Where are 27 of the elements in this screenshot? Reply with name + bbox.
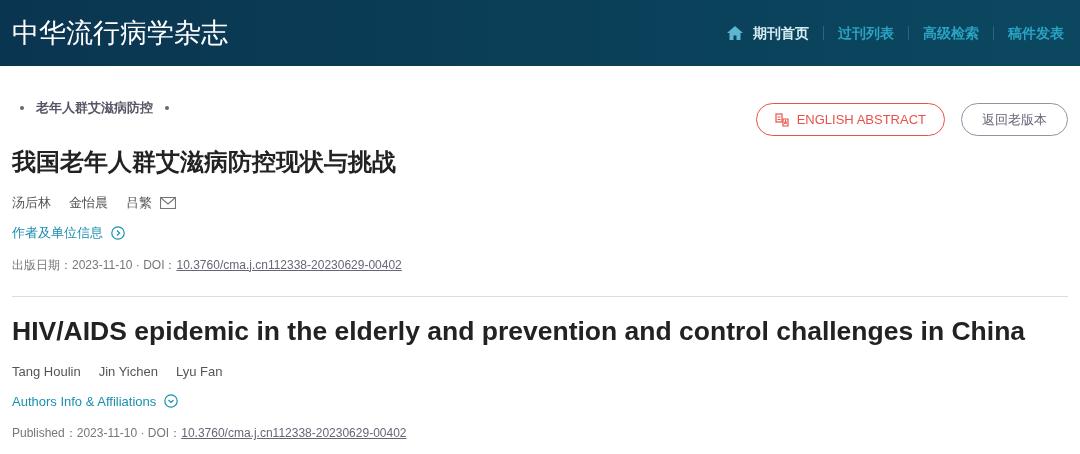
- author-name[interactable]: Lyu Fan: [175, 361, 223, 382]
- affiliations-link[interactable]: Authors Info & Affiliations: [12, 391, 179, 411]
- author-name[interactable]: 吕繁: [126, 193, 152, 213]
- article-title: 我国老年人群艾滋病防控现状与挑战: [12, 147, 397, 177]
- publish-date: Published：2023-11-10 · DOI：: [12, 425, 182, 442]
- doi-link[interactable]: 10.3760/cma.j.cn112338-20230629-00402: [181, 424, 407, 442]
- article-title: HIV/AIDS epidemic in the elderly and prevention and control challenges in China: [12, 314, 1027, 347]
- mail-icon[interactable]: [160, 197, 176, 209]
- bullet-icon: [165, 105, 169, 110]
- author-name[interactable]: 汤后林: [12, 193, 51, 213]
- affiliations-link[interactable]: 作者及单位信息: [12, 223, 125, 243]
- nav-link[interactable]: 高级检索: [923, 22, 979, 44]
- author-name[interactable]: Jin Yichen: [98, 361, 158, 382]
- chevron-right-icon: [111, 225, 125, 240]
- site-title: 中华流行病学杂志: [12, 16, 228, 50]
- nav-link[interactable]: 稿件发表: [1008, 22, 1064, 44]
- category-label: 老年人群艾滋病防控: [36, 99, 153, 117]
- translate-icon: [774, 112, 789, 127]
- publish-date: 出版日期：2023-11-10 · DOI：: [12, 256, 177, 274]
- author-name[interactable]: 金怡晨: [69, 193, 108, 213]
- bullet-icon: [20, 105, 24, 110]
- doi-link[interactable]: 10.3760/cma.j.cn112338-20230629-00402: [176, 255, 402, 274]
- nav-link[interactable]: 过刊列表: [838, 22, 894, 44]
- home-icon: [727, 26, 743, 40]
- chevron-down-icon: [164, 394, 179, 409]
- nav-link[interactable]: 期刊首页: [727, 22, 809, 44]
- author-name[interactable]: Tang Houlin: [12, 361, 81, 382]
